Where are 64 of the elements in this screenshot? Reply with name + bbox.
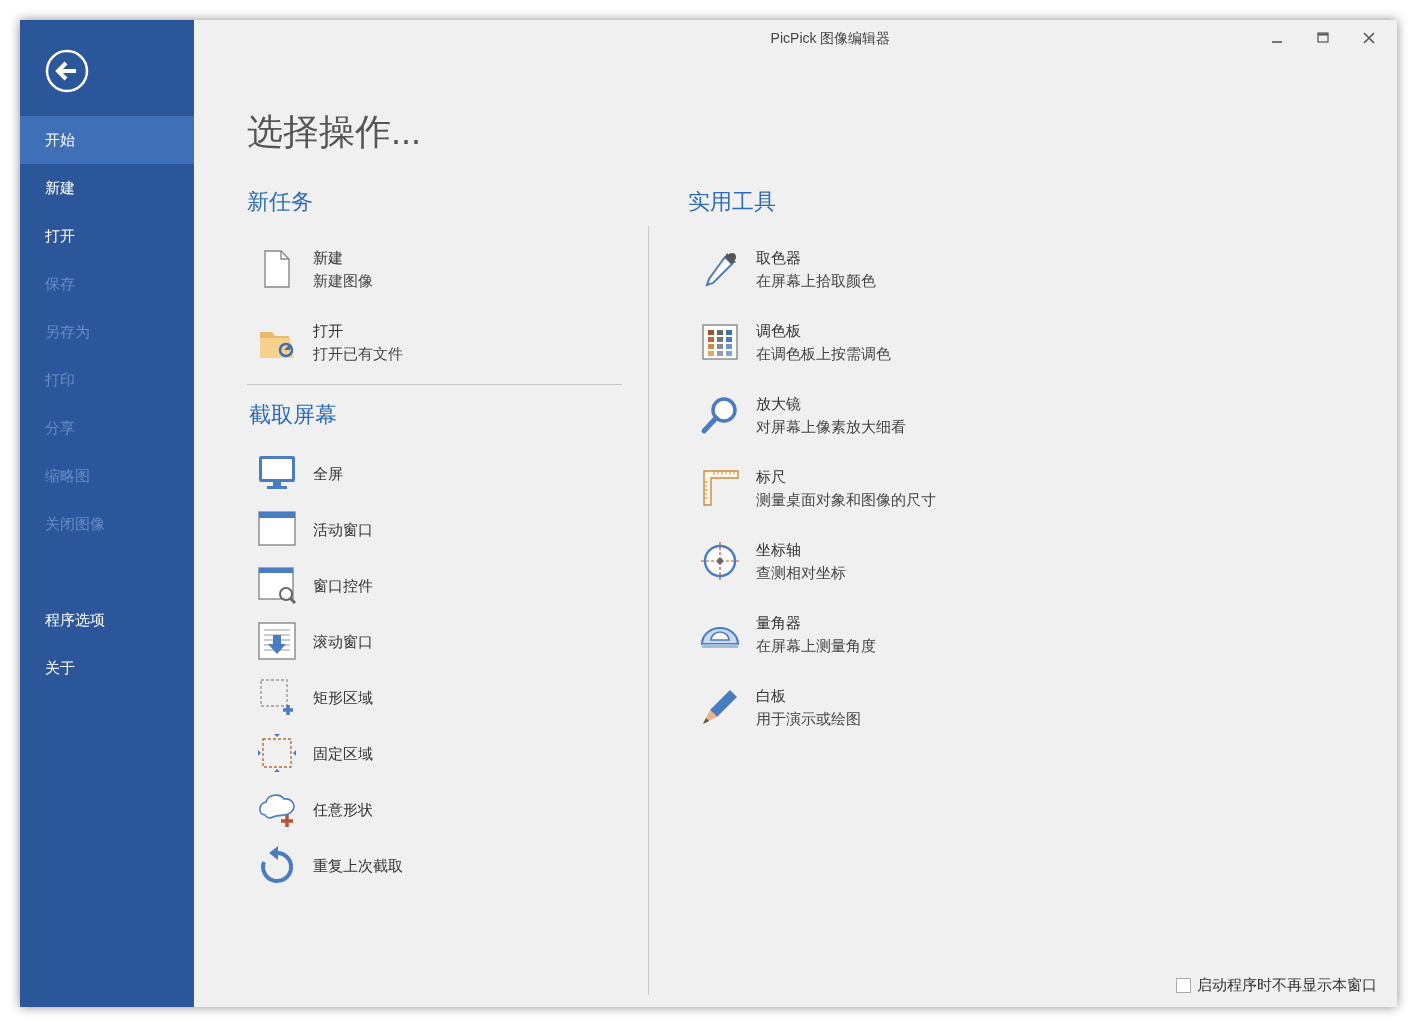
ruler-icon [700, 467, 740, 508]
tool-description: 查测相对坐标 [756, 562, 846, 583]
action-description: 打开已有文件 [313, 343, 403, 364]
tool-description: 在屏幕上测量角度 [756, 635, 876, 656]
tool-title: 放大镜 [756, 393, 802, 414]
action-item[interactable]: 活动窗口 [247, 501, 622, 557]
tool-title: 调色板 [756, 320, 802, 341]
action-item[interactable]: 矩形区域 [247, 669, 622, 725]
section-heading: 截取屏幕 [249, 401, 338, 429]
action-title: 固定区域 [313, 743, 373, 764]
tool-item[interactable]: 取色器 在屏幕上拾取颜色 [688, 232, 936, 305]
action-title: 全屏 [313, 463, 343, 484]
checkbox[interactable] [1176, 978, 1191, 993]
window-title: PicPick 图像编辑器 [770, 30, 891, 48]
sidebar-item[interactable]: 开始 [20, 116, 194, 164]
action-item[interactable]: 全屏 [247, 445, 622, 501]
tool-item[interactable]: 坐标轴 查测相对坐标 [688, 524, 936, 597]
sidebar-item[interactable]: 程序选项 [20, 596, 194, 644]
action-item[interactable]: 重复上次截取 [247, 837, 622, 893]
tool-title: 量角器 [756, 612, 802, 633]
tool-description: 在屏幕上拾取颜色 [756, 270, 876, 291]
action-item[interactable]: 窗口控件 [247, 557, 622, 613]
action-item[interactable]: 固定区域 [247, 725, 622, 781]
tool-item[interactable]: 白板 用于演示或绘图 [688, 670, 936, 743]
tool-item[interactable]: 量角器 在屏幕上测量角度 [688, 597, 936, 670]
tool-item[interactable]: 标尺 测量桌面对象和图像的尺寸 [688, 451, 936, 524]
tool-description: 测量桌面对象和图像的尺寸 [756, 489, 936, 510]
scroll-window-icon [257, 621, 297, 661]
crosshair-icon [700, 540, 740, 581]
action-item[interactable]: 打开 打开已有文件 [247, 305, 622, 378]
tool-title: 坐标轴 [756, 539, 802, 560]
action-title: 任意形状 [313, 799, 373, 820]
action-item[interactable]: 滚动窗口 [247, 613, 622, 669]
sidebar-item[interactable]: 新建 [20, 164, 194, 212]
tool-description: 用于演示或绘图 [756, 708, 861, 729]
action-title: 窗口控件 [313, 575, 373, 596]
close-icon[interactable] [1363, 32, 1375, 44]
action-item[interactable]: 新建 新建图像 [247, 232, 622, 305]
tool-title: 取色器 [756, 247, 802, 268]
action-title: 重复上次截取 [313, 855, 403, 876]
section-heading: 实用工具 [688, 188, 777, 216]
action-title: 矩形区域 [313, 687, 373, 708]
window-icon [257, 509, 297, 549]
action-title: 新建 [313, 247, 344, 268]
window-magnifier-icon [257, 565, 297, 605]
palette-grid-icon [700, 321, 740, 362]
page-heading: 选择操作... [247, 110, 422, 154]
maximize-icon[interactable] [1317, 32, 1329, 44]
back-icon[interactable] [45, 49, 89, 93]
action-item[interactable]: 任意形状 [247, 781, 622, 837]
action-description: 新建图像 [313, 270, 373, 291]
tool-description: 对屏幕上像素放大细看 [756, 416, 906, 437]
action-title: 活动窗口 [313, 519, 373, 540]
tool-item[interactable]: 放大镜 对屏幕上像素放大细看 [688, 378, 936, 451]
tool-title: 白板 [756, 685, 787, 706]
sidebar-item[interactable]: 关于 [20, 644, 194, 692]
action-title: 打开 [313, 320, 344, 341]
tool-title: 标尺 [756, 466, 787, 487]
sidebar-item[interactable]: 打开 [20, 212, 194, 260]
section-heading: 新任务 [247, 188, 314, 216]
magnifier-icon [700, 394, 740, 435]
tool-description: 在调色板上按需调色 [756, 343, 891, 364]
action-title: 滚动窗口 [313, 631, 373, 652]
tool-item[interactable]: 调色板 在调色板上按需调色 [688, 305, 936, 378]
